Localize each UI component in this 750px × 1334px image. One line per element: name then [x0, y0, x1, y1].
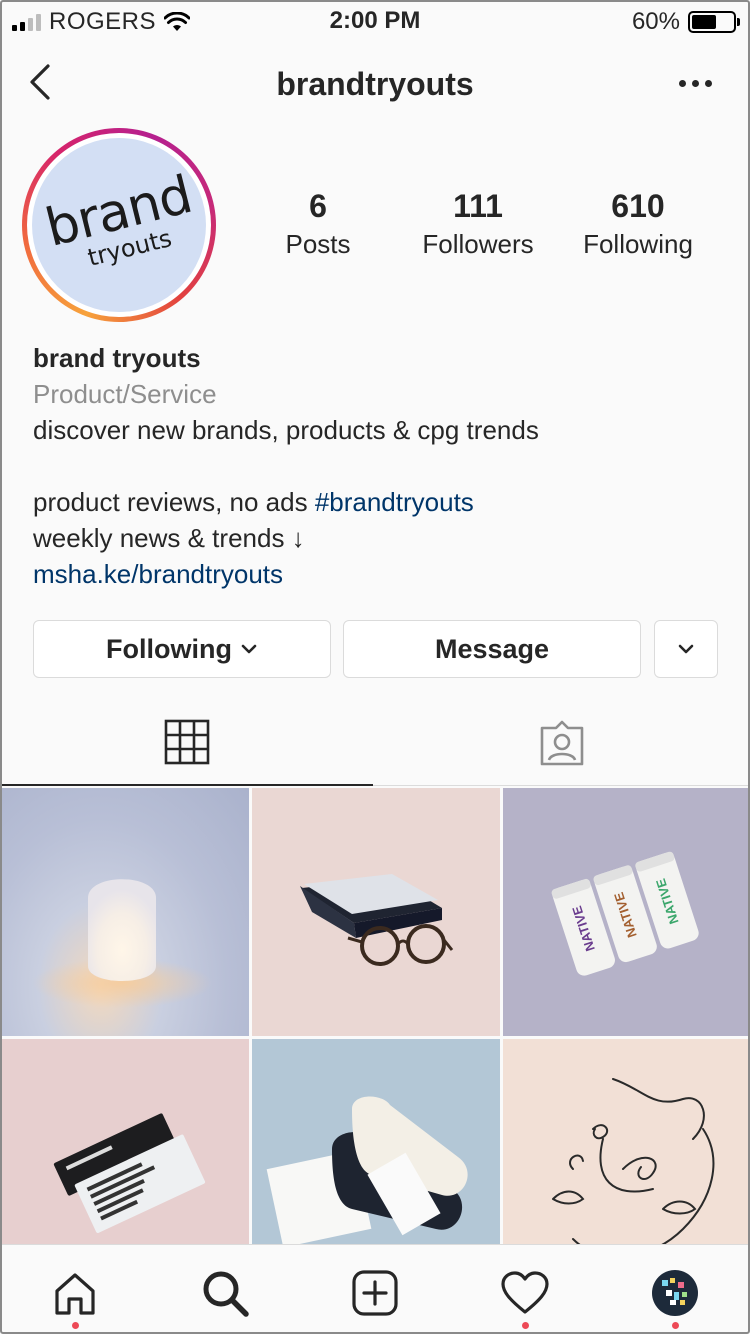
stat-value: 6	[309, 188, 327, 224]
stat-value: 111	[453, 188, 503, 224]
following-button[interactable]: Following	[33, 620, 331, 678]
notification-dot	[522, 1322, 529, 1329]
profile-bio: brand tryouts Product/Service discover n…	[33, 340, 723, 592]
battery-percent: 60%	[631, 8, 680, 35]
profile-header: brandtryouts	[0, 50, 750, 120]
profile-stats: 6 Posts 111 Followers 610 Following	[238, 188, 718, 260]
glasses-image	[300, 874, 454, 966]
nav-activity[interactable]	[495, 1263, 555, 1329]
stat-label: Following	[583, 228, 693, 259]
stat-value: 610	[611, 188, 665, 224]
nav-home[interactable]	[45, 1263, 105, 1329]
profile-tabs	[0, 700, 750, 786]
new-post-icon	[352, 1270, 398, 1316]
status-right: 60%	[631, 8, 740, 36]
tab-grid[interactable]	[0, 700, 373, 786]
stat-followers[interactable]: 111 Followers	[398, 188, 558, 260]
notification-dot	[672, 1322, 679, 1329]
status-bar: ROGERS 2:00 PM 60%	[0, 0, 750, 40]
stat-posts[interactable]: 6 Posts	[238, 188, 398, 260]
bottom-nav	[0, 1244, 750, 1334]
chevron-down-icon	[678, 644, 694, 654]
tab-tagged[interactable]	[375, 700, 748, 786]
tagged-icon	[540, 720, 583, 766]
nav-new-post[interactable]	[345, 1263, 405, 1323]
stat-label: Followers	[422, 228, 534, 259]
post-grid: NATIVE NATIVE NATIVE	[2, 788, 750, 1287]
nav-search[interactable]	[195, 1263, 255, 1323]
bio-line: product reviews, no ads #brandtryouts	[33, 484, 723, 520]
post-thumbnail[interactable]	[252, 788, 500, 1036]
bio-text: product reviews, no ads	[33, 487, 315, 517]
battery-icon	[688, 11, 740, 33]
message-button-label: Message	[434, 633, 550, 664]
post-thumbnail[interactable]: NATIVE NATIVE NATIVE	[503, 788, 750, 1036]
post-thumbnail[interactable]	[2, 788, 249, 1036]
chevron-down-icon	[241, 644, 257, 654]
home-icon	[55, 1273, 95, 1315]
bio-line: discover new brands, products & cpg tren…	[33, 415, 539, 445]
message-button[interactable]: Message	[343, 620, 641, 678]
profile-category: Product/Service	[33, 379, 217, 409]
website-link[interactable]: msha.ke/brandtryouts	[33, 556, 723, 592]
nav-profile[interactable]	[645, 1263, 705, 1329]
hashtag-link[interactable]: #brandtryouts	[315, 487, 474, 517]
profile-avatar-small	[652, 1270, 698, 1316]
notification-dot	[72, 1322, 79, 1329]
page-title: brandtryouts	[276, 66, 474, 102]
deodorant-image: NATIVE NATIVE NATIVE	[551, 851, 699, 976]
ellipsis-icon[interactable]	[679, 80, 712, 87]
following-button-label: Following	[106, 633, 232, 664]
bio-line: weekly news & trends ↓	[33, 523, 305, 553]
lamp-image	[32, 879, 212, 1008]
grid-icon	[164, 719, 209, 765]
stat-following[interactable]: 610 Following	[558, 188, 718, 260]
heart-icon	[501, 1271, 549, 1314]
stat-label: Posts	[285, 228, 351, 259]
profile-name: brand tryouts	[33, 343, 201, 373]
suggested-accounts-button[interactable]	[654, 620, 718, 678]
avatar-logo: brand tryouts	[32, 138, 206, 312]
search-icon	[203, 1271, 249, 1317]
profile-avatar[interactable]: brand tryouts	[22, 128, 216, 322]
